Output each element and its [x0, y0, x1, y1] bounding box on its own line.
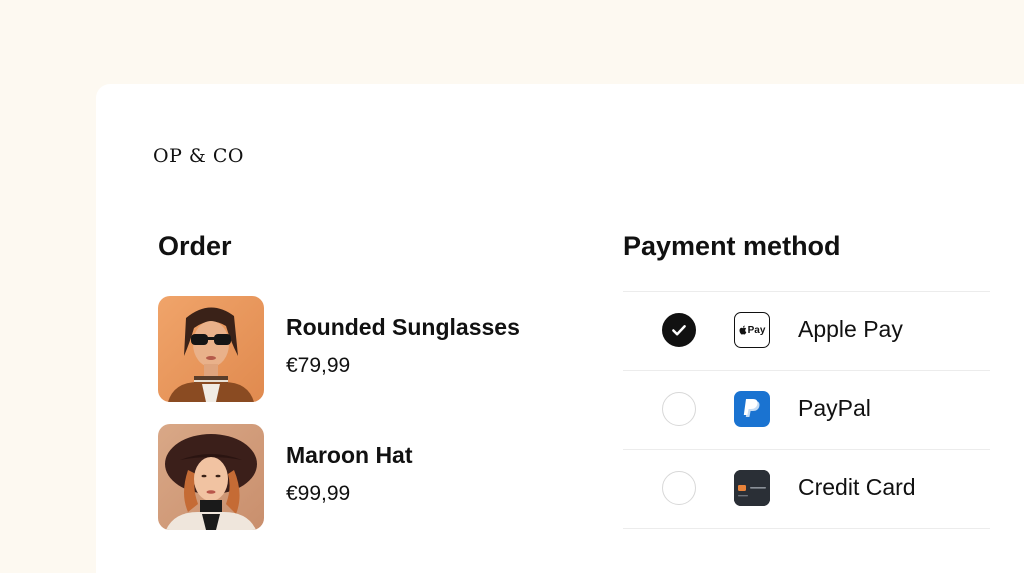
order-item-sunglasses[interactable]: Rounded Sunglasses €79,99 [158, 296, 578, 402]
radio-unselected[interactable] [662, 392, 696, 426]
payment-option-label: Credit Card [798, 474, 916, 500]
product-price: €79,99 [286, 354, 351, 377]
apple-pay-icon: Pay [734, 312, 770, 348]
checkmark-icon [672, 325, 686, 336]
payment-method-list: Pay Apple Pay PayPal Credit Card [623, 291, 990, 529]
payment-option-label: Apple Pay [798, 316, 903, 342]
radio-selected[interactable] [662, 313, 696, 347]
credit-card-icon [734, 470, 770, 506]
product-name: Maroon Hat [286, 442, 413, 468]
order-item-hat[interactable]: Maroon Hat €99,99 [158, 424, 578, 530]
payment-option-paypal[interactable]: PayPal [623, 371, 990, 450]
paypal-icon [734, 391, 770, 427]
payment-option-label: PayPal [798, 395, 871, 421]
payment-option-apple-pay[interactable]: Pay Apple Pay [623, 292, 990, 371]
radio-unselected[interactable] [662, 471, 696, 505]
payment-option-credit-card[interactable]: Credit Card [623, 450, 990, 529]
apple-logo-icon [739, 325, 746, 335]
apple-pay-icon-text: Pay [747, 324, 766, 336]
product-image-hat [158, 424, 264, 530]
order-heading: Order [158, 231, 232, 261]
product-name: Rounded Sunglasses [286, 314, 520, 340]
product-image-sunglasses [158, 296, 264, 402]
brand-logo[interactable]: OP & CO [153, 145, 244, 167]
payment-method-heading: Payment method [623, 231, 841, 261]
product-price: €99,99 [286, 482, 351, 505]
